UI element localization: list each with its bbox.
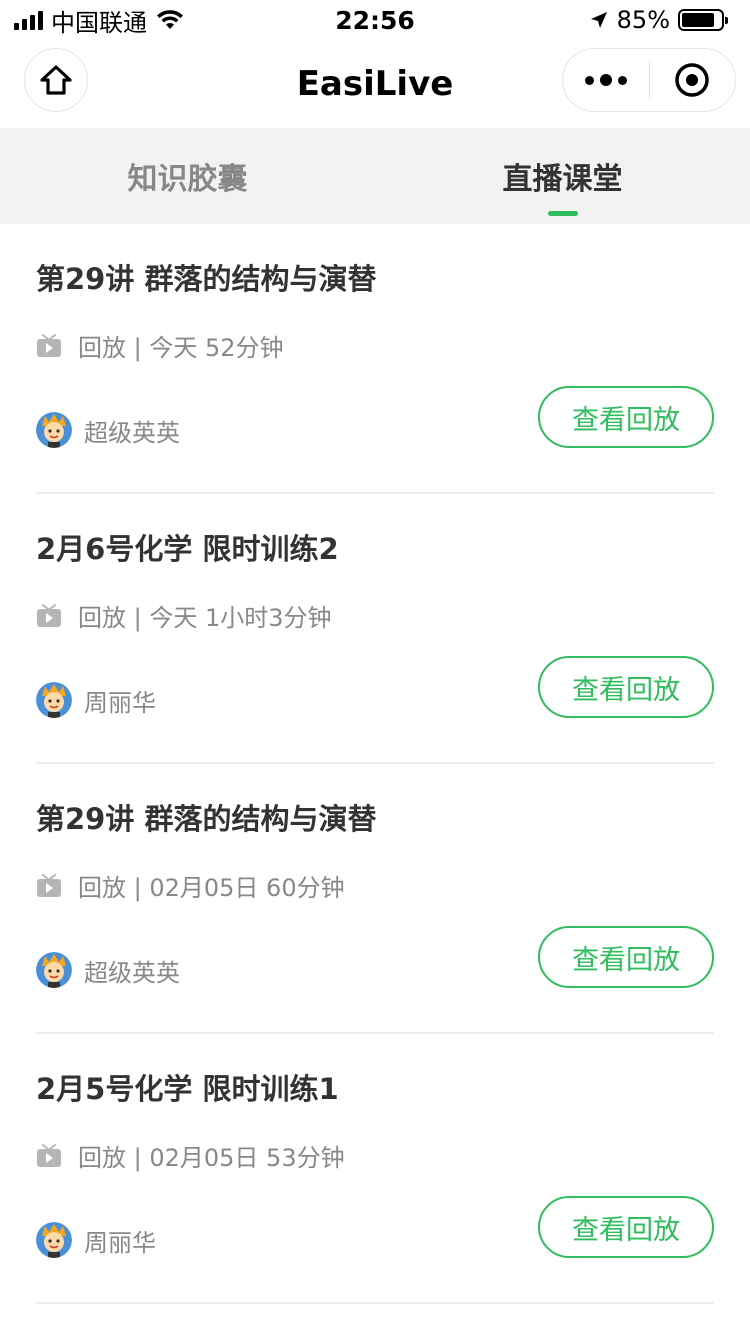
- more-dots-icon: [599, 74, 612, 86]
- tab-bar: 知识胶囊 直播课堂: [0, 128, 750, 224]
- author-name: 周丽华: [84, 688, 156, 717]
- lesson-meta-text: 回放 | 今天 1小时3分钟: [78, 604, 332, 632]
- lesson-meta-text: 回放 | 02月05日 53分钟: [78, 1144, 345, 1172]
- avatar: [36, 682, 72, 718]
- replay-tv-icon: [37, 873, 61, 897]
- lesson-card[interactable]: 第29讲 群落的结构与演替 回放 | 今天 52分钟 超级英英 查看回放: [36, 224, 714, 494]
- status-left: 中国联通: [14, 3, 185, 38]
- lesson-card[interactable]: 第29讲 群落的结构与演替 回放 | 02月05日 60分钟 超级英英 查看回放: [36, 764, 714, 1034]
- author-name: 超级英英: [84, 958, 180, 987]
- lesson-meta-text: 回放 | 02月05日 60分钟: [78, 874, 345, 902]
- lesson-title: 第29讲 群落的结构与演替: [36, 262, 377, 296]
- lesson-meta: 回放 | 今天 1小时3分钟: [36, 598, 332, 633]
- tab-label: 知识胶囊: [127, 162, 248, 197]
- author-name: 超级英英: [84, 418, 180, 447]
- view-replay-button[interactable]: 查看回放: [538, 926, 714, 988]
- lesson-meta: 回放 | 02月05日 53分钟: [36, 1138, 345, 1173]
- view-replay-button[interactable]: 查看回放: [538, 656, 714, 718]
- view-replay-button[interactable]: 查看回放: [538, 1196, 714, 1258]
- replay-tv-icon: [37, 1143, 61, 1167]
- lesson-title: 2月5号化学 限时训练1: [36, 1072, 339, 1106]
- tab-knowledge-capsule[interactable]: 知识胶囊: [0, 128, 375, 224]
- signal-icon: [14, 10, 43, 30]
- active-tab-indicator: [547, 211, 578, 216]
- home-button[interactable]: [24, 48, 88, 112]
- lesson-author: 超级英英: [36, 412, 180, 448]
- close-miniprogram-button[interactable]: [650, 49, 736, 111]
- lesson-meta: 回放 | 02月05日 60分钟: [36, 868, 345, 903]
- status-bar: 中国联通 22:56 85%: [0, 0, 750, 40]
- view-replay-button[interactable]: 查看回放: [538, 386, 714, 448]
- status-right: 85%: [589, 6, 728, 34]
- lesson-title: 第29讲 群落的结构与演替: [36, 802, 377, 836]
- home-icon: [40, 65, 72, 95]
- tab-live-classroom[interactable]: 直播课堂: [375, 128, 750, 224]
- target-circle-icon: [675, 63, 709, 97]
- nav-bar: EasiLive: [0, 40, 750, 128]
- more-button[interactable]: [563, 49, 649, 111]
- wifi-icon: [157, 10, 183, 29]
- avatar: [36, 1222, 72, 1258]
- carrier-label: 中国联通: [51, 8, 147, 37]
- battery-fill: [682, 13, 715, 27]
- battery-percent: 85%: [616, 6, 670, 34]
- lesson-author: 周丽华: [36, 682, 156, 718]
- avatar: [36, 952, 72, 988]
- lesson-title: 2月6号化学 限时训练2: [36, 532, 339, 566]
- author-name: 周丽华: [84, 1228, 156, 1257]
- lesson-meta: 回放 | 今天 52分钟: [36, 328, 284, 363]
- lesson-card[interactable]: 2月5号化学 限时训练1 回放 | 02月05日 53分钟 周丽华 查看回放: [36, 1034, 714, 1304]
- more-dots-icon: [584, 75, 594, 85]
- page-title: EasiLive: [296, 64, 454, 104]
- more-dots-icon: [617, 75, 627, 85]
- lesson-meta-text: 回放 | 今天 52分钟: [78, 334, 284, 362]
- replay-tv-icon: [37, 603, 61, 627]
- lesson-author: 超级英英: [36, 952, 180, 988]
- battery-icon: [678, 9, 728, 31]
- capsule-menu: [562, 48, 736, 112]
- avatar: [36, 412, 72, 448]
- lesson-author: 周丽华: [36, 1222, 156, 1258]
- lesson-card[interactable]: 2月6号化学 限时训练2 回放 | 今天 1小时3分钟 周丽华 查看回放: [36, 494, 714, 764]
- lesson-list: 第29讲 群落的结构与演替 回放 | 今天 52分钟 超级英英 查看回放 2月6…: [0, 224, 750, 1304]
- location-arrow-icon: [590, 12, 607, 28]
- replay-tv-icon: [37, 333, 61, 357]
- tab-label: 直播课堂: [502, 162, 623, 197]
